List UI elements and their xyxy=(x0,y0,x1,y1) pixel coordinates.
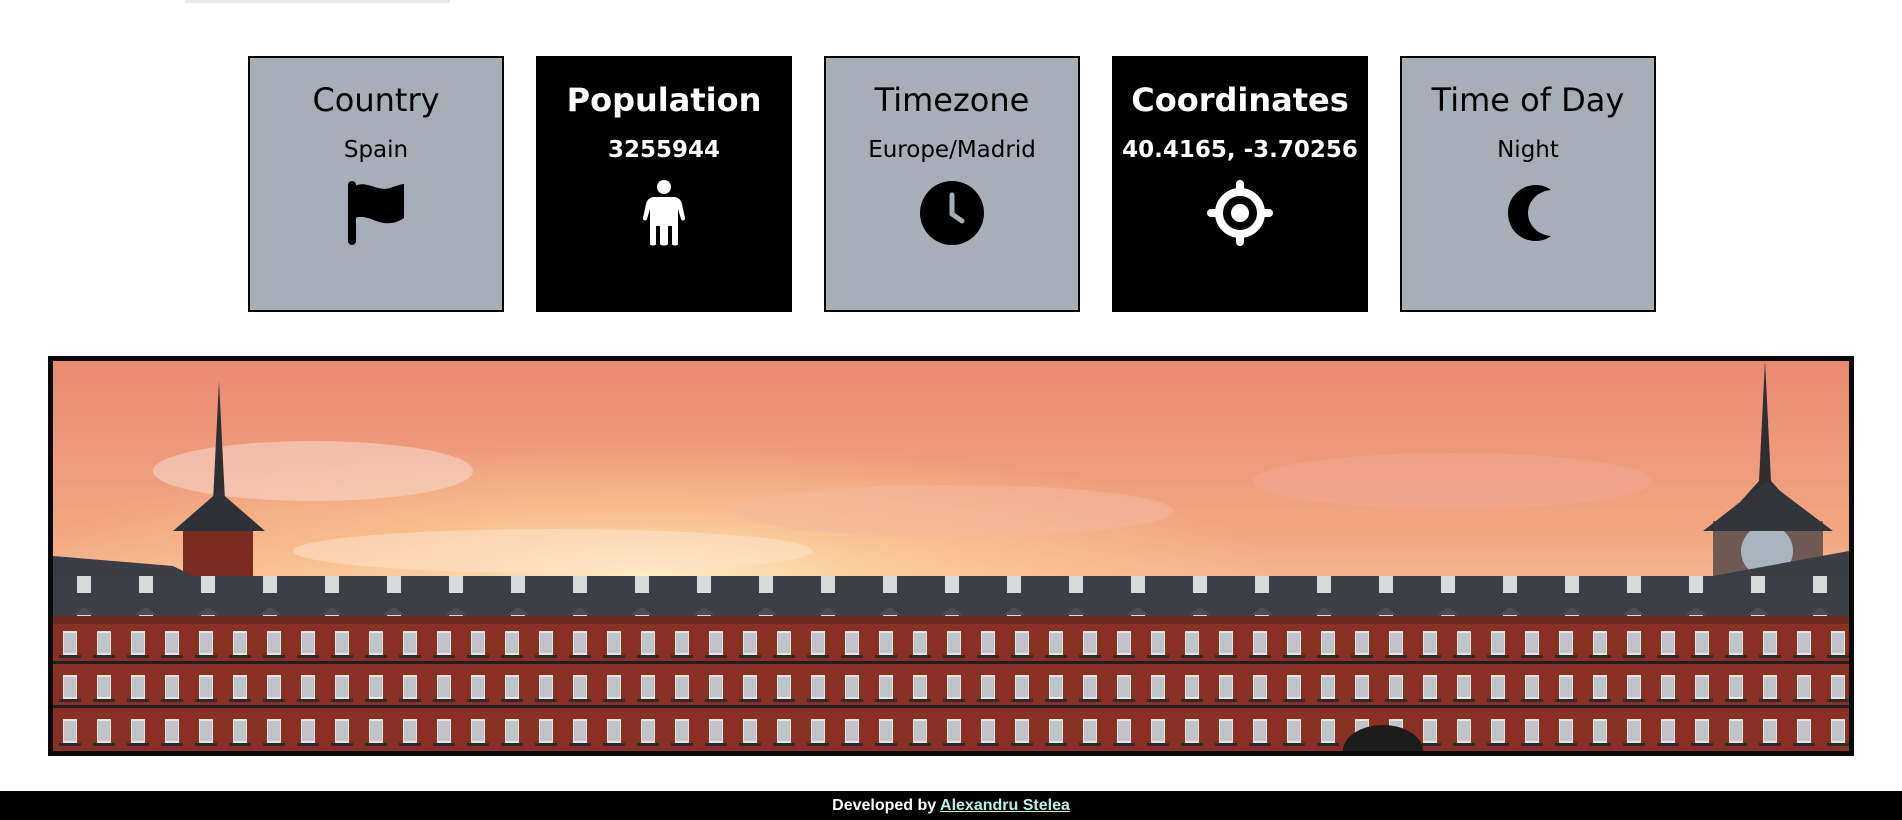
timezone-card-title: Timezone xyxy=(874,81,1030,119)
clock-icon xyxy=(919,180,985,246)
flag-icon xyxy=(343,180,409,246)
population-card: Population 3255944 xyxy=(536,56,792,312)
info-cards: Country Spain Population 3255944 Timezon… xyxy=(248,56,1656,312)
timezone-card: Timezone Europe/Madrid xyxy=(824,56,1080,312)
person-icon xyxy=(631,180,697,246)
coordinates-card: Coordinates 40.4165, -3.70256 xyxy=(1112,56,1368,312)
coordinates-card-title: Coordinates xyxy=(1131,81,1349,119)
top-divider xyxy=(185,0,450,3)
author-link[interactable]: Alexandru Stelea xyxy=(940,797,1070,814)
time-of-day-card-title: Time of Day xyxy=(1431,81,1625,119)
population-card-value: 3255944 xyxy=(607,137,721,163)
city-photo xyxy=(53,361,1849,751)
crosshairs-icon xyxy=(1207,180,1273,246)
country-card-value: Spain xyxy=(343,137,409,163)
time-of-day-card-value: Night xyxy=(1497,137,1559,163)
moon-icon xyxy=(1495,180,1561,246)
footer: Developed by Alexandru Stelea xyxy=(0,791,1902,820)
timezone-card-value: Europe/Madrid xyxy=(868,137,1036,163)
country-card-title: Country xyxy=(312,81,440,119)
coordinates-card-value: 40.4165, -3.70256 xyxy=(1122,137,1358,163)
city-banner-image xyxy=(48,356,1854,756)
time-of-day-card: Time of Day Night xyxy=(1400,56,1656,312)
footer-prefix: Developed by xyxy=(832,797,937,814)
population-card-title: Population xyxy=(566,81,762,119)
country-card: Country Spain xyxy=(248,56,504,312)
